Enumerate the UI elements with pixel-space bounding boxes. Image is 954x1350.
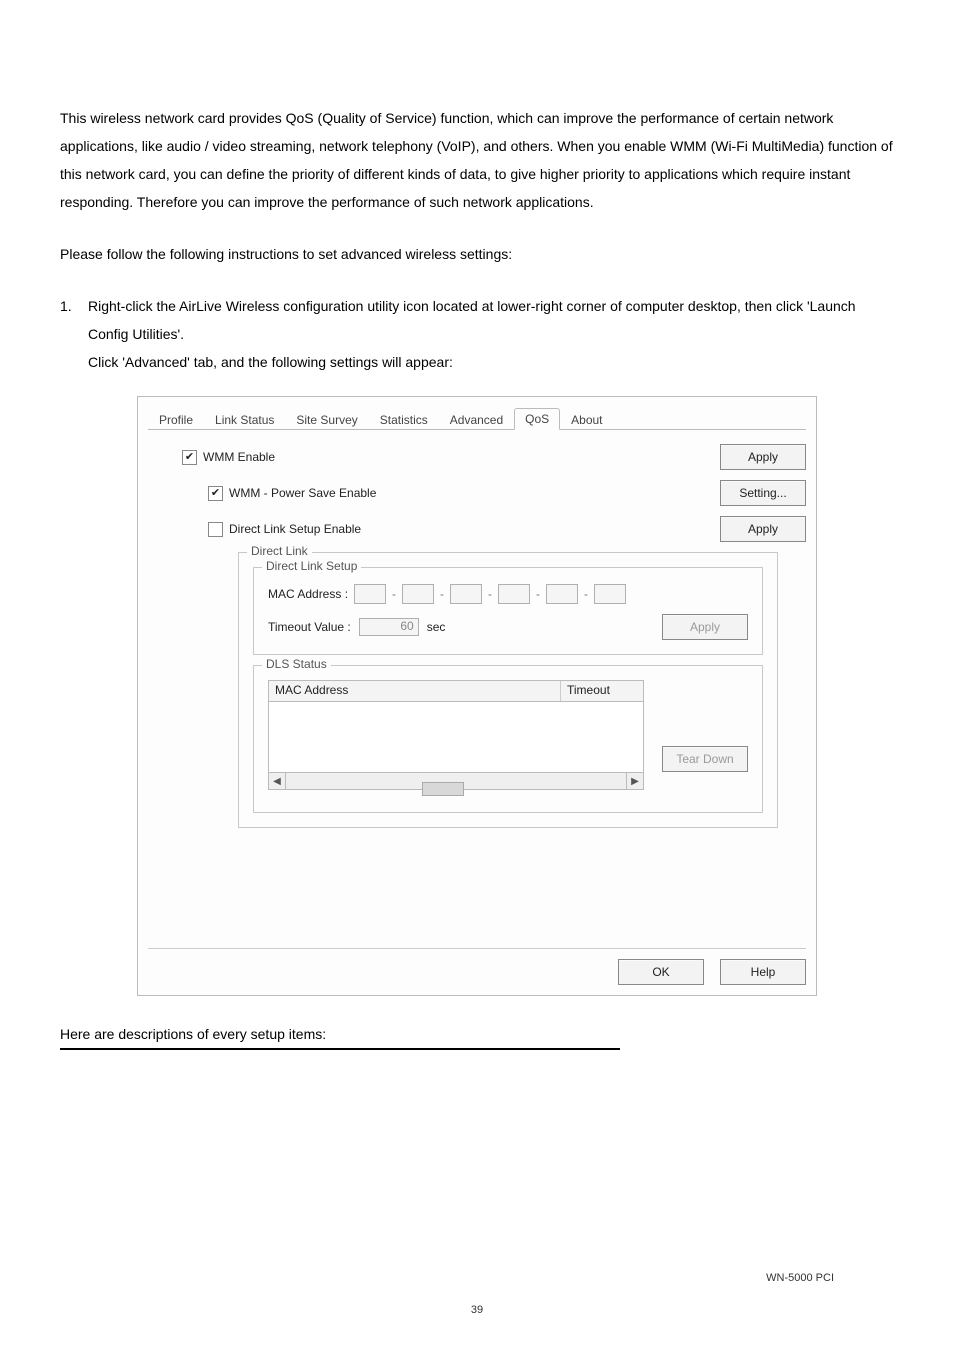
tab-about[interactable]: About xyxy=(560,409,613,430)
tab-advanced[interactable]: Advanced xyxy=(439,409,514,430)
tab-statistics[interactable]: Statistics xyxy=(369,409,439,430)
dls-th-timeout[interactable]: Timeout xyxy=(561,681,643,701)
dls-enable-checkbox[interactable] xyxy=(208,522,223,537)
mac-octet-4[interactable] xyxy=(498,584,530,604)
scroll-right-icon[interactable]: ▶ xyxy=(626,773,643,789)
step-1-line-a: Right-click the AirLive Wireless configu… xyxy=(88,292,894,348)
tab-link-status[interactable]: Link Status xyxy=(204,409,285,430)
timeout-value-input[interactable]: 60 xyxy=(359,618,419,636)
mac-dash: - xyxy=(440,587,444,601)
scroll-left-icon[interactable]: ◀ xyxy=(269,773,286,789)
wmm-powersave-label: WMM - Power Save Enable xyxy=(229,486,720,500)
footer-page-number: 39 xyxy=(471,1304,483,1316)
dls-apply-button[interactable]: Apply xyxy=(720,516,806,542)
wmm-enable-label: WMM Enable xyxy=(203,450,720,464)
dls-status-group: DLS Status MAC Address Timeout ◀ xyxy=(253,665,763,813)
direct-link-setup-group: Direct Link Setup MAC Address : - - - - … xyxy=(253,567,763,655)
dls-setup-legend: Direct Link Setup xyxy=(262,559,361,573)
mac-octet-1[interactable] xyxy=(354,584,386,604)
dls-status-legend: DLS Status xyxy=(262,657,331,671)
mac-octet-6[interactable] xyxy=(594,584,626,604)
wmm-setting-button[interactable]: Setting... xyxy=(720,480,806,506)
qos-dialog: Profile Link Status Site Survey Statisti… xyxy=(137,396,817,996)
step-number: 1. xyxy=(60,292,88,376)
tab-qos[interactable]: QoS xyxy=(514,408,560,430)
footer-model: WN-5000 PCI xyxy=(766,1272,834,1284)
dls-enable-label: Direct Link Setup Enable xyxy=(229,522,720,536)
help-button[interactable]: Help xyxy=(720,959,806,985)
wmm-enable-checkbox[interactable]: ✔ xyxy=(182,450,197,465)
direct-link-legend: Direct Link xyxy=(247,544,312,558)
scroll-thumb[interactable] xyxy=(422,782,464,796)
mac-address-label: MAC Address : xyxy=(268,587,348,601)
tab-site-survey[interactable]: Site Survey xyxy=(285,409,368,430)
ok-button[interactable]: OK xyxy=(618,959,704,985)
step-1-line-b: Click 'Advanced' tab, and the following … xyxy=(88,348,894,376)
mac-dash: - xyxy=(584,587,588,601)
mac-octet-5[interactable] xyxy=(546,584,578,604)
timeout-sec-label: sec xyxy=(427,620,446,634)
tab-strip: Profile Link Status Site Survey Statisti… xyxy=(148,405,806,430)
intro-paragraph: This wireless network card provides QoS … xyxy=(60,104,894,216)
descriptions-rule xyxy=(60,1048,620,1050)
dls-th-mac[interactable]: MAC Address xyxy=(269,681,561,701)
wmm-powersave-checkbox[interactable]: ✔ xyxy=(208,486,223,501)
mac-dash: - xyxy=(392,587,396,601)
tab-profile[interactable]: Profile xyxy=(148,409,204,430)
mac-dash: - xyxy=(488,587,492,601)
teardown-button[interactable]: Tear Down xyxy=(662,746,748,772)
instructions-lead: Please follow the following instructions… xyxy=(60,240,894,268)
dls-table-header: MAC Address Timeout xyxy=(268,680,644,702)
dls-table-body[interactable] xyxy=(268,702,644,773)
dls-table-scrollbar[interactable]: ◀ ▶ xyxy=(268,773,644,790)
direct-link-group: Direct Link Direct Link Setup MAC Addres… xyxy=(238,552,778,828)
descriptions-heading: Here are descriptions of every setup ite… xyxy=(60,1026,894,1042)
timeout-label: Timeout Value : xyxy=(268,620,351,634)
step-1: 1. Right-click the AirLive Wireless conf… xyxy=(60,292,894,376)
wmm-apply-button[interactable]: Apply xyxy=(720,444,806,470)
mac-dash: - xyxy=(536,587,540,601)
dls-setup-apply-button[interactable]: Apply xyxy=(662,614,748,640)
mac-octet-2[interactable] xyxy=(402,584,434,604)
mac-octet-3[interactable] xyxy=(450,584,482,604)
